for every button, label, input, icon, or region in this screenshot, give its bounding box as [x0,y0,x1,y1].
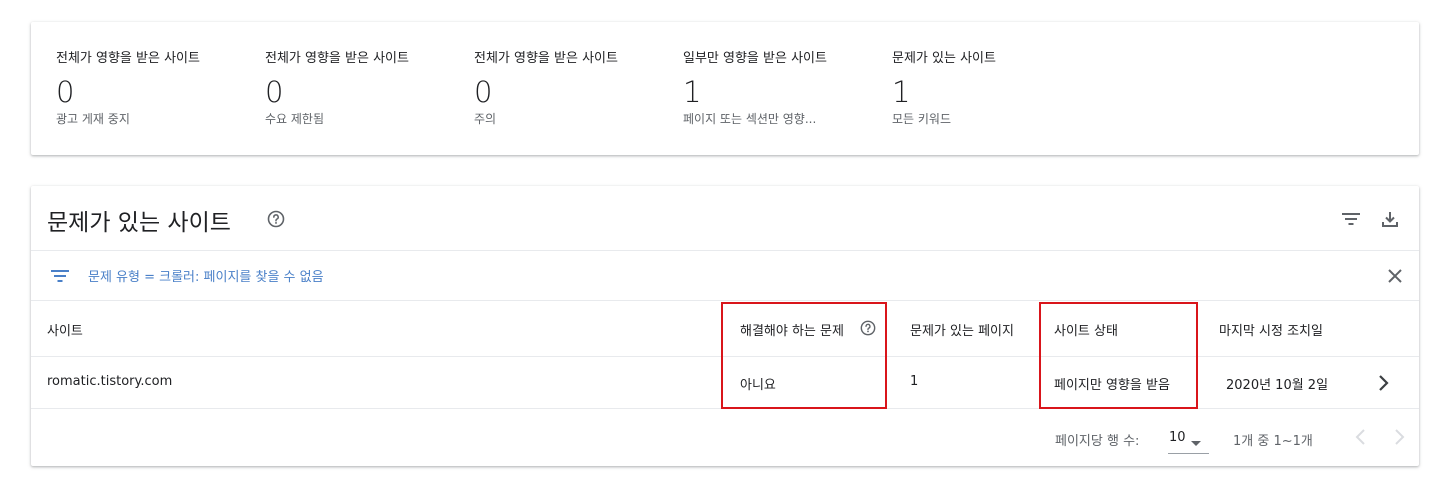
stat-partial-affected[interactable]: 일부만 영향을 받은 사이트 1 페이지 또는 섹션만 영향... [683,47,827,127]
select-underline [1168,453,1209,454]
page-title: 문제가 있는 사이트 [47,210,231,236]
stat-value: 1 [683,75,702,109]
rows-per-page-select[interactable]: 10 [1169,430,1186,445]
column-header-status[interactable]: 사이트 상태 [1054,320,1118,339]
filter-chip-text[interactable]: 문제 유형 = 크롤러: 페이지를 찾을 수 없음 [88,266,324,285]
table-row[interactable]: romatic.tistory.com 아니요 1 페이지만 영향을 받음 20… [31,357,1419,409]
filter-icon[interactable] [48,264,72,288]
stat-full-warning[interactable]: 전체가 영향을 받은 사이트 0 주의 [474,47,618,127]
stat-full-ads-stopped[interactable]: 전체가 영향을 받은 사이트 0 광고 게재 중지 [56,47,200,127]
table-header: 사이트 해결해야 하는 문제 문제가 있는 페이지 사이트 상태 마지막 시정 … [31,301,1419,357]
chevron-right-icon[interactable] [1374,371,1394,395]
stat-sites-with-issues[interactable]: 문제가 있는 사이트 1 모든 키워드 [892,47,996,127]
card-header: 문제가 있는 사이트 [31,186,1419,251]
close-icon[interactable] [1383,264,1407,288]
stat-value: 0 [265,75,284,109]
pagination-footer: 페이지당 행 수: 10 1개 중 1~1개 [31,409,1419,466]
rows-per-page-label: 페이지당 행 수: [1055,434,1140,449]
cell-site: romatic.tistory.com [47,374,173,389]
column-header-site[interactable]: 사이트 [47,320,83,339]
stat-subtitle: 광고 게재 중지 [56,112,130,126]
stat-value: 0 [56,75,75,109]
column-header-last-action[interactable]: 마지막 시정 조치일 [1219,320,1323,339]
stat-title: 일부만 영향을 받은 사이트 [683,51,827,66]
summary-card: 전체가 영향을 받은 사이트 0 광고 게재 중지 전체가 영향을 받은 사이트… [31,22,1419,155]
column-header-pages[interactable]: 문제가 있는 페이지 [910,320,1014,339]
help-icon[interactable] [860,320,876,336]
help-icon[interactable] [267,210,285,228]
stat-subtitle: 모든 키워드 [892,112,952,126]
chevron-right-icon[interactable] [1391,425,1407,449]
active-filter-row: 문제 유형 = 크롤러: 페이지를 찾을 수 없음 [31,251,1419,301]
cell-pages: 1 [910,374,919,389]
stat-full-demand-limited[interactable]: 전체가 영향을 받은 사이트 0 수요 제한됨 [265,47,409,127]
stat-title: 전체가 영향을 받은 사이트 [474,51,618,66]
cell-needs-fix: 아니요 [740,378,776,393]
sites-with-issues-card: 문제가 있는 사이트 문제 유형 = 크롤러: 페이지를 찾을 수 없음 사이트… [31,186,1419,466]
stat-subtitle: 페이지 또는 섹션만 영향... [683,112,817,126]
column-header-needs-fix[interactable]: 해결해야 하는 문제 [740,320,844,339]
filter-icon[interactable] [1339,207,1363,231]
stat-title: 전체가 영향을 받은 사이트 [265,51,409,66]
stat-subtitle: 수요 제한됨 [265,112,325,126]
stat-title: 문제가 있는 사이트 [892,51,996,66]
chevron-left-icon[interactable] [1353,425,1369,449]
cell-last-action: 2020년 10월 2일 [1226,378,1329,393]
stat-value: 0 [474,75,493,109]
stat-value: 1 [892,75,911,109]
stat-title: 전체가 영향을 받은 사이트 [56,51,200,66]
pagination-range: 1개 중 1~1개 [1233,434,1313,449]
dropdown-arrow-icon[interactable] [1191,436,1201,446]
download-icon[interactable] [1378,207,1402,231]
stat-subtitle: 주의 [474,112,497,126]
cell-status: 페이지만 영향을 받음 [1054,378,1170,393]
